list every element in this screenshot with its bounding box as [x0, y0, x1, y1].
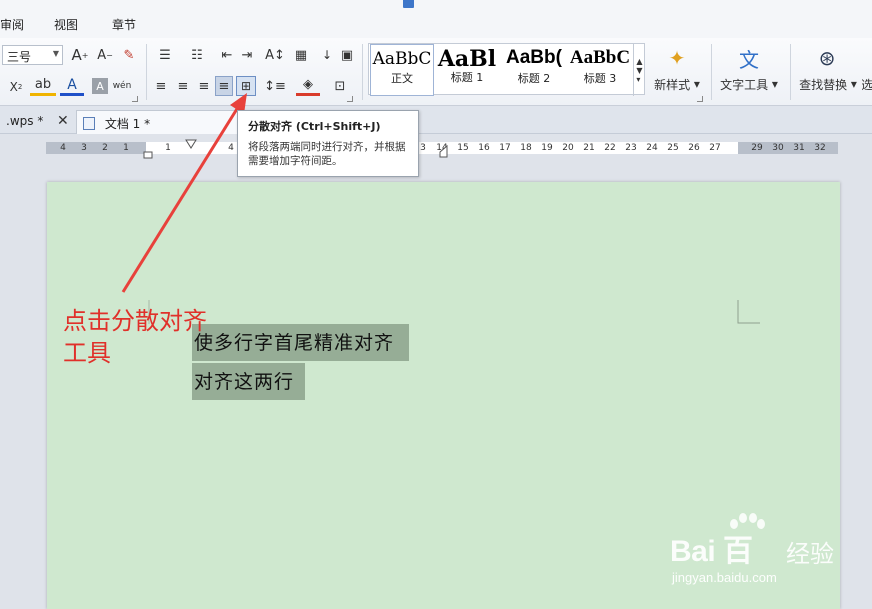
menu-bar: 审阅 视图 章节	[0, 10, 872, 38]
separator	[790, 44, 791, 100]
tab-previous-doc[interactable]: .wps * ✕	[0, 110, 76, 134]
text-direction-icon[interactable]: A↕	[262, 46, 288, 64]
ruler-indent-markers	[143, 139, 448, 159]
paw-icon	[730, 513, 765, 529]
document-tab-bar: .wps * ✕ 文档 1 *	[0, 106, 872, 134]
right-indent-marker[interactable]	[439, 144, 448, 158]
menu-review[interactable]: 审阅	[0, 16, 24, 33]
style-dialog-launcher-icon[interactable]	[697, 96, 703, 102]
phonetic-guide-icon[interactable]: wén	[112, 76, 132, 96]
find-replace-button[interactable]: 查找替换 ▾	[796, 76, 860, 92]
increase-indent-icon[interactable]: ⇥	[238, 46, 256, 64]
binoculars-icon: ⊛	[818, 46, 836, 70]
grow-font-icon[interactable]: A +	[70, 46, 90, 64]
style-gallery-scroll[interactable]: ▲ ▼ ▾	[633, 44, 645, 96]
font-size-select[interactable]: 三号 ▼	[2, 45, 63, 65]
annotation-text: 点击分散对齐 工具	[63, 307, 207, 367]
borders-icon[interactable]: ⊡	[328, 76, 352, 96]
select-button[interactable]: 选	[862, 76, 872, 92]
align-center-icon[interactable]: ≡	[174, 76, 192, 96]
left-indent-marker[interactable]	[143, 151, 153, 159]
bullet-list-icon[interactable]: ☰	[152, 46, 178, 64]
menu-chapter[interactable]: 章节	[112, 16, 136, 33]
title-bar	[0, 0, 872, 10]
tooltip-distributed-align: 分散对齐 (Ctrl+Shift+J) 将段落两端同时进行对齐，并根据需要增加字…	[237, 110, 419, 177]
style-heading-1[interactable]: AaBl 标题 1	[436, 44, 498, 96]
text-tools-button[interactable]: 文字工具 ▾	[716, 76, 782, 92]
paragraph-dialog-launcher-icon[interactable]	[347, 96, 353, 102]
baidu-watermark: Bai 百 经验 jingyan.baidu.com	[668, 512, 868, 602]
ruler-area: 4 3 2 1 1 4 3 14 15 16 17 18 19 20 21 22…	[0, 134, 872, 182]
tab-active-doc[interactable]: 文档 1 *	[76, 110, 240, 134]
close-icon[interactable]: ✕	[57, 113, 69, 129]
shrink-font-icon[interactable]: A −	[95, 46, 115, 64]
font-color-icon[interactable]: A	[60, 76, 84, 96]
style-normal[interactable]: AaBbC 正文	[370, 44, 434, 96]
new-style-icon: ✦	[668, 46, 686, 70]
separator	[362, 44, 363, 100]
show-marks-icon[interactable]: ▣	[338, 46, 356, 64]
subscript-icon[interactable]: X2	[6, 78, 26, 96]
sort-icon[interactable]: ↓	[318, 46, 336, 64]
align-left-icon[interactable]: ≡	[152, 76, 170, 96]
first-line-indent-marker[interactable]	[185, 139, 197, 149]
menu-view[interactable]: 视图	[54, 16, 78, 33]
separator	[146, 44, 147, 100]
clear-format-icon[interactable]: ✎	[120, 46, 138, 64]
align-right-icon[interactable]: ≡	[195, 76, 213, 96]
decrease-indent-icon[interactable]: ⇤	[218, 46, 236, 64]
char-shading-icon[interactable]: A	[92, 78, 108, 94]
style-heading-3[interactable]: AaBbC 标题 3	[568, 44, 632, 96]
font-dialog-launcher-icon[interactable]	[132, 96, 138, 102]
selected-text-line-2[interactable]: 对齐这两行	[192, 363, 305, 400]
selected-text-line-1[interactable]: 使多行字首尾精准对齐	[192, 324, 409, 361]
table-icon[interactable]: ▦	[292, 46, 310, 64]
highlight-icon[interactable]: ab	[30, 76, 56, 96]
font-size-value: 三号	[7, 50, 32, 64]
chevron-down-icon: ▼	[52, 49, 59, 58]
document-icon	[83, 117, 95, 130]
new-style-button[interactable]: 新样式 ▾	[650, 76, 704, 92]
justify-icon[interactable]: ≡	[215, 76, 233, 96]
distributed-align-icon[interactable]: ⊞	[236, 76, 256, 96]
text-tools-icon: 文	[739, 47, 759, 72]
numbered-list-icon[interactable]: ☷	[184, 46, 210, 64]
ribbon-toolbar: 三号 ▼ A + A − ✎ X2 ab A A wén ☰ ☷ ⇤ ⇥ A↕ ▦ …	[0, 38, 872, 106]
line-spacing-icon[interactable]: ↕≡	[262, 76, 288, 96]
document-icon	[403, 0, 414, 8]
watermark-label: 经验	[786, 540, 834, 568]
style-heading-2[interactable]: AaBb( 标题 2	[502, 44, 566, 96]
separator	[711, 44, 712, 100]
watermark-url: jingyan.baidu.com	[672, 570, 777, 585]
shading-icon[interactable]: ◈	[296, 76, 320, 96]
